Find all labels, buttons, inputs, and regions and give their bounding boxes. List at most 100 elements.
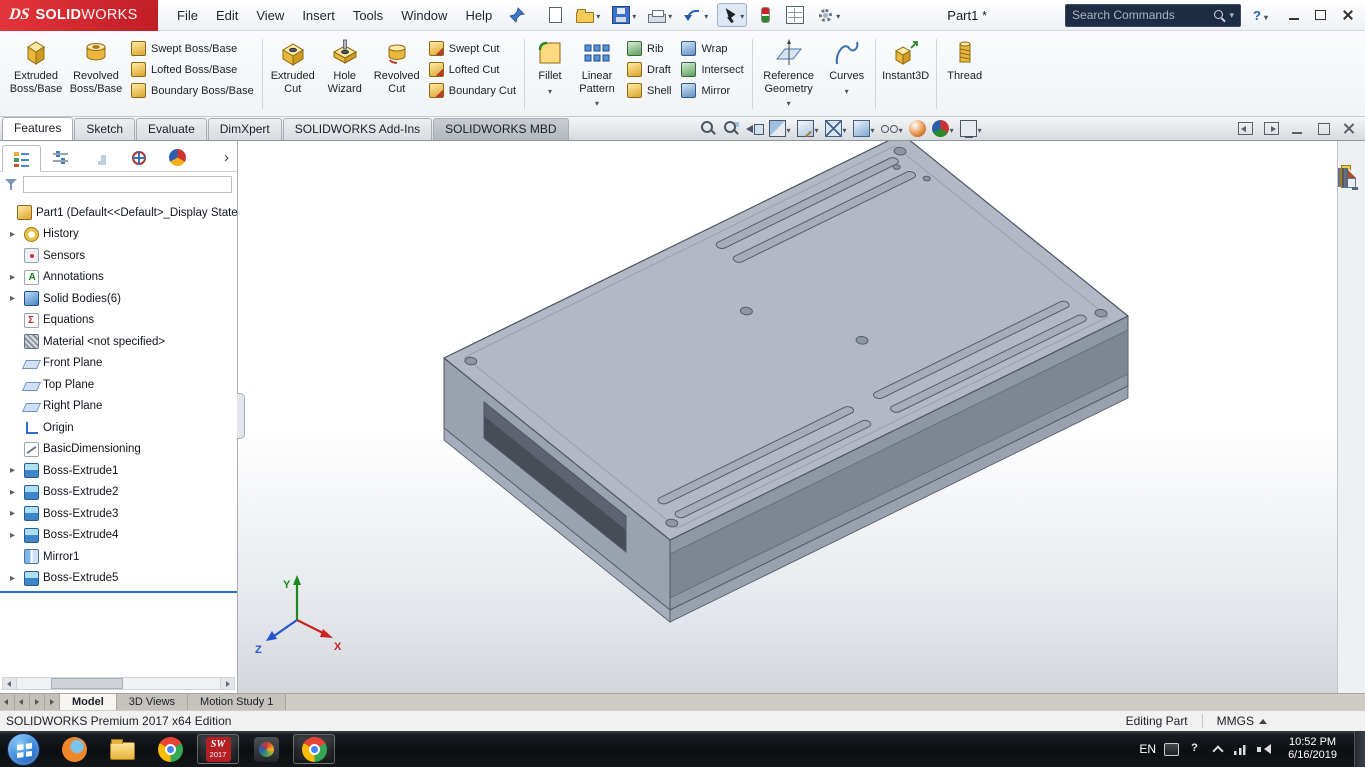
dropdown-arrow-icon[interactable] xyxy=(843,120,847,138)
filter-funnel-icon[interactable] xyxy=(5,178,19,192)
revolved-cut-button[interactable]: Revolved Cut xyxy=(370,34,424,114)
show-desktop-button[interactable] xyxy=(1354,731,1365,767)
expand-arrow-icon[interactable] xyxy=(10,487,20,498)
ribbon-tab[interactable]: Evaluate xyxy=(136,118,207,140)
menu-item[interactable]: Help xyxy=(456,0,501,30)
quick-access-button[interactable] xyxy=(753,3,777,27)
part-model[interactable] xyxy=(238,141,1337,693)
manager-tab[interactable] xyxy=(41,144,80,171)
menu-item[interactable]: File xyxy=(168,0,207,30)
menu-item[interactable]: Insert xyxy=(293,0,344,30)
tray-help-icon[interactable] xyxy=(1187,742,1202,756)
volume-icon[interactable] xyxy=(1256,743,1272,756)
dropdown-arrow-icon[interactable] xyxy=(668,6,672,24)
manager-tab[interactable] xyxy=(2,145,41,172)
dropdown-arrow-icon[interactable] xyxy=(950,120,954,138)
taskbar-file-explorer[interactable] xyxy=(101,734,143,764)
search-commands-box[interactable]: Search Commands ▾ xyxy=(1065,3,1242,27)
ribbon-tab[interactable]: DimXpert xyxy=(207,118,282,140)
fillet-dropdown-arrow[interactable] xyxy=(548,85,552,97)
tree-horizontal-scrollbar[interactable] xyxy=(2,677,235,690)
units-selector[interactable]: MMGS xyxy=(1217,714,1267,728)
instant3d-button[interactable]: Instant3D xyxy=(879,34,933,114)
extruded-cut-button[interactable]: Extruded Cut xyxy=(266,34,320,114)
close-button[interactable] xyxy=(1334,5,1361,26)
heads-up-button[interactable] xyxy=(744,119,765,138)
taskbar-firefox[interactable] xyxy=(53,734,95,764)
tree-item[interactable]: Part1 (Default<<Default>_Display State xyxy=(0,202,238,224)
show-hidden-icons-arrow[interactable] xyxy=(1210,743,1225,756)
dropdown-arrow-icon[interactable] xyxy=(978,120,982,138)
rib-button[interactable]: Rib xyxy=(627,41,671,56)
pin-icon[interactable] xyxy=(509,7,525,23)
tree-item[interactable]: Boss-Extrude1 xyxy=(0,460,237,482)
heads-up-button[interactable] xyxy=(721,119,742,138)
search-dropdown-arrow[interactable]: ▾ xyxy=(1230,10,1235,21)
ribbon-tab[interactable]: SOLIDWORKS MBD xyxy=(433,118,569,140)
restore-button[interactable] xyxy=(1307,5,1334,26)
tree-item[interactable]: Boss-Extrude4 xyxy=(0,525,237,547)
swept-cut-button[interactable]: Swept Cut xyxy=(428,41,516,56)
reference-geometry-dropdown-arrow[interactable] xyxy=(787,97,791,109)
keyboard-icon[interactable] xyxy=(1164,742,1180,756)
dropdown-arrow-icon[interactable] xyxy=(871,120,875,138)
tab-scroll-first-button[interactable] xyxy=(0,694,15,710)
ribbon-tab[interactable]: Sketch xyxy=(74,118,136,140)
tree-item[interactable]: Origin xyxy=(0,417,237,439)
manager-tab[interactable] xyxy=(158,144,197,171)
quick-access-button[interactable] xyxy=(645,3,675,27)
heads-up-button[interactable] xyxy=(907,119,928,138)
extruded-boss-base-button[interactable]: Extruded Boss/Base xyxy=(6,34,66,114)
menu-item[interactable]: Window xyxy=(392,0,456,30)
tab-3d-views[interactable]: 3D Views xyxy=(116,694,189,710)
tree-item[interactable]: Solid Bodies(6) xyxy=(0,288,237,310)
linear-pattern-dropdown-arrow[interactable] xyxy=(595,97,599,109)
expand-arrow-icon[interactable] xyxy=(10,530,20,541)
expand-arrow-icon[interactable] xyxy=(10,573,20,584)
search-icon[interactable] xyxy=(1213,9,1226,22)
tree-item[interactable]: Mirror1 xyxy=(0,546,237,568)
pane-control-icon[interactable] xyxy=(1316,122,1331,135)
tree-item[interactable]: Material <not specified> xyxy=(0,331,237,353)
taskbar-media-player[interactable] xyxy=(245,734,287,764)
tree-item[interactable]: Boss-Extrude5 xyxy=(0,568,237,590)
expand-arrow-icon[interactable] xyxy=(10,229,20,240)
heads-up-button[interactable] xyxy=(879,119,905,139)
tree-item[interactable]: Boss-Extrude2 xyxy=(0,482,237,504)
tree-item[interactable]: Top Plane xyxy=(0,374,237,396)
manager-tabs-overflow-arrow[interactable] xyxy=(224,144,229,171)
tab-scroll-left-button[interactable] xyxy=(15,694,30,710)
tab-scroll-last-button[interactable] xyxy=(45,694,60,710)
heads-up-button[interactable] xyxy=(698,119,719,138)
expand-arrow-icon[interactable] xyxy=(10,272,20,283)
taskbar-chrome-active[interactable] xyxy=(293,734,335,764)
menu-item[interactable]: Tools xyxy=(344,0,392,30)
quick-access-button[interactable] xyxy=(783,3,807,27)
tree-item[interactable]: Front Plane xyxy=(0,353,237,375)
tree-filter-input[interactable] xyxy=(23,176,232,193)
heads-up-button[interactable] xyxy=(795,119,821,139)
swept-boss-base-button[interactable]: Swept Boss/Base xyxy=(131,41,254,56)
network-icon[interactable] xyxy=(1233,742,1249,756)
manager-tab[interactable] xyxy=(119,144,158,171)
minimize-button[interactable] xyxy=(1280,5,1307,26)
scroll-right-button[interactable] xyxy=(220,678,234,689)
help-button[interactable]: ? xyxy=(1249,8,1272,23)
dropdown-arrow-icon[interactable] xyxy=(787,120,791,138)
heads-up-button[interactable] xyxy=(930,119,956,139)
manager-tab[interactable] xyxy=(80,144,119,171)
thread-button[interactable]: Thread xyxy=(940,34,990,114)
taskbar-chrome[interactable] xyxy=(149,734,191,764)
heads-up-button[interactable] xyxy=(958,119,984,139)
intersect-button[interactable]: Intersect xyxy=(681,62,744,77)
linear-pattern-button[interactable]: Linear Pattern xyxy=(572,34,622,114)
menu-item[interactable]: Edit xyxy=(207,0,247,30)
quick-access-button[interactable] xyxy=(813,3,843,27)
menu-item[interactable]: View xyxy=(247,0,293,30)
curves-button[interactable]: Curves xyxy=(822,34,872,114)
task-pane-icon[interactable] xyxy=(1346,168,1348,187)
reference-geometry-button[interactable]: Reference Geometry xyxy=(756,34,822,114)
boundary-boss-base-button[interactable]: Boundary Boss/Base xyxy=(131,83,254,98)
draft-button[interactable]: Draft xyxy=(627,62,671,77)
taskbar-clock[interactable]: 10:52 PM 6/16/2019 xyxy=(1279,736,1346,763)
